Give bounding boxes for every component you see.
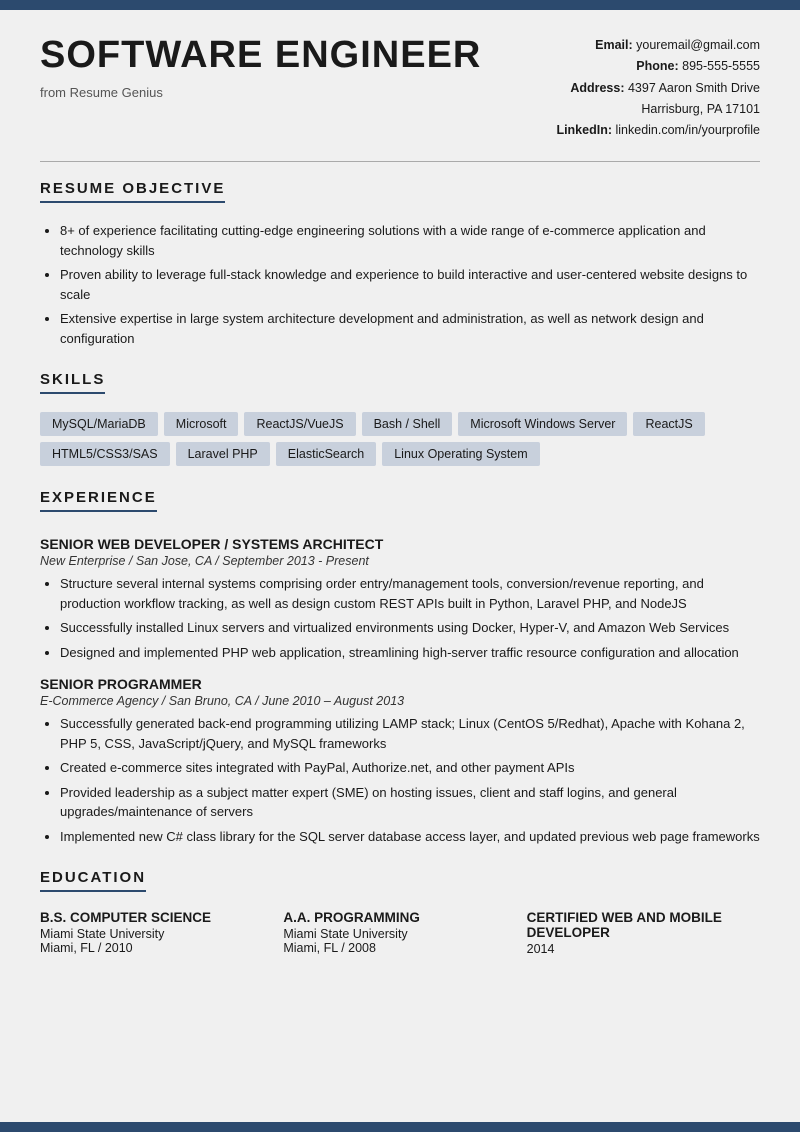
edu-degree-1: A.A. PROGRAMMING [283, 910, 516, 925]
header-contact: Email: youremail@gmail.com Phone: 895-55… [556, 35, 760, 141]
job1-bullet-3: Implemented new C# class library for the… [60, 827, 760, 847]
skill-badge-8: ElasticSearch [276, 442, 376, 466]
skill-badge-1: Microsoft [164, 412, 239, 436]
resume-wrapper: SOFTWARE ENGINEER from Resume Genius Ema… [0, 0, 800, 1132]
edu-item-0: B.S. COMPUTER SCIENCE Miami State Univer… [40, 910, 273, 956]
job0-bullet-1: Successfully installed Linux servers and… [60, 618, 760, 638]
edu-item-2: CERTIFIED WEB AND MOBILE DEVELOPER 2014 [527, 910, 760, 956]
skill-badge-7: Laravel PHP [176, 442, 270, 466]
edu-degree-2: CERTIFIED WEB AND MOBILE DEVELOPER [527, 910, 760, 940]
job1-bullet-1: Created e-commerce sites integrated with… [60, 758, 760, 778]
edu-school-0: Miami State University [40, 927, 273, 941]
job-bullets-0: Structure several internal systems compr… [40, 574, 760, 662]
education-section: EDUCATION B.S. COMPUTER SCIENCE Miami St… [40, 851, 760, 956]
skill-badge-5: ReactJS [633, 412, 704, 436]
skills-heading-wrapper: SKILLS [40, 353, 760, 404]
skill-badge-0: MySQL/MariaDB [40, 412, 158, 436]
phone-line: Phone: 895-555-5555 [556, 56, 760, 77]
job-subtitle-0: New Enterprise / San Jose, CA / Septembe… [40, 554, 760, 568]
job0-bullet-2: Designed and implemented PHP web applica… [60, 643, 760, 663]
experience-heading-wrapper: EXPERIENCE [40, 471, 760, 522]
objective-heading-wrapper: RESUME OBJECTIVE [40, 180, 760, 213]
header-section: SOFTWARE ENGINEER from Resume Genius Ema… [0, 10, 800, 161]
skill-badge-3: Bash / Shell [362, 412, 453, 436]
edu-item-1: A.A. PROGRAMMING Miami State University … [283, 910, 516, 956]
job-title-0: SENIOR WEB DEVELOPER / SYSTEMS ARCHITECT [40, 536, 760, 552]
job-bullets-1: Successfully generated back-end programm… [40, 714, 760, 846]
phone-value: 895-555-5555 [682, 59, 760, 73]
objective-section: RESUME OBJECTIVE 8+ of experience facili… [40, 180, 760, 348]
bottom-bar [0, 1122, 800, 1132]
education-grid: B.S. COMPUTER SCIENCE Miami State Univer… [40, 910, 760, 956]
top-bar [0, 0, 800, 10]
main-content: RESUME OBJECTIVE 8+ of experience facili… [0, 162, 800, 1122]
candidate-name: SOFTWARE ENGINEER [40, 35, 556, 77]
skills-section: SKILLS MySQL/MariaDB Microsoft ReactJS/V… [40, 353, 760, 466]
address-label: Address: [570, 81, 624, 95]
email-line: Email: youremail@gmail.com [556, 35, 760, 56]
edu-location-1: Miami, FL / 2008 [283, 941, 516, 955]
skill-badge-6: HTML5/CSS3/SAS [40, 442, 170, 466]
skill-badge-2: ReactJS/VueJS [244, 412, 355, 436]
job-subtitle-1: E-Commerce Agency / San Bruno, CA / June… [40, 694, 760, 708]
objective-item-3: Extensive expertise in large system arch… [60, 309, 760, 348]
job-title-1: SENIOR PROGRAMMER [40, 676, 760, 692]
email-value: youremail@gmail.com [636, 38, 760, 52]
education-title: EDUCATION [40, 869, 146, 892]
skill-badge-9: Linux Operating System [382, 442, 539, 466]
linkedin-line: LinkedIn: linkedin.com/in/yourprofile [556, 120, 760, 141]
job1-bullet-2: Provided leadership as a subject matter … [60, 783, 760, 822]
edu-location-0: Miami, FL / 2010 [40, 941, 273, 955]
job1-bullet-0: Successfully generated back-end programm… [60, 714, 760, 753]
skills-title: SKILLS [40, 371, 105, 394]
objective-title: RESUME OBJECTIVE [40, 180, 225, 203]
objective-item-1: 8+ of experience facilitating cutting-ed… [60, 221, 760, 260]
header-subtitle: from Resume Genius [40, 85, 556, 100]
address-value2: Harrisburg, PA 17101 [641, 102, 760, 116]
edu-location-2: 2014 [527, 942, 760, 956]
job0-bullet-0: Structure several internal systems compr… [60, 574, 760, 613]
address-line: Address: 4397 Aaron Smith Drive Harrisbu… [556, 78, 760, 121]
skill-badge-4: Microsoft Windows Server [458, 412, 627, 436]
skills-container: MySQL/MariaDB Microsoft ReactJS/VueJS Ba… [40, 412, 760, 466]
phone-label: Phone: [636, 59, 678, 73]
experience-content: SENIOR WEB DEVELOPER / SYSTEMS ARCHITECT… [40, 536, 760, 846]
header-left: SOFTWARE ENGINEER from Resume Genius [40, 35, 556, 100]
address-value1: 4397 Aaron Smith Drive [628, 81, 760, 95]
objective-list: 8+ of experience facilitating cutting-ed… [40, 221, 760, 348]
objective-item-2: Proven ability to leverage full-stack kn… [60, 265, 760, 304]
edu-school-1: Miami State University [283, 927, 516, 941]
email-label: Email: [595, 38, 633, 52]
experience-section: EXPERIENCE SENIOR WEB DEVELOPER / SYSTEM… [40, 471, 760, 846]
experience-title: EXPERIENCE [40, 489, 157, 512]
edu-degree-0: B.S. COMPUTER SCIENCE [40, 910, 273, 925]
linkedin-label: LinkedIn: [556, 123, 612, 137]
linkedin-value: linkedin.com/in/yourprofile [615, 123, 760, 137]
education-heading-wrapper: EDUCATION [40, 851, 760, 902]
